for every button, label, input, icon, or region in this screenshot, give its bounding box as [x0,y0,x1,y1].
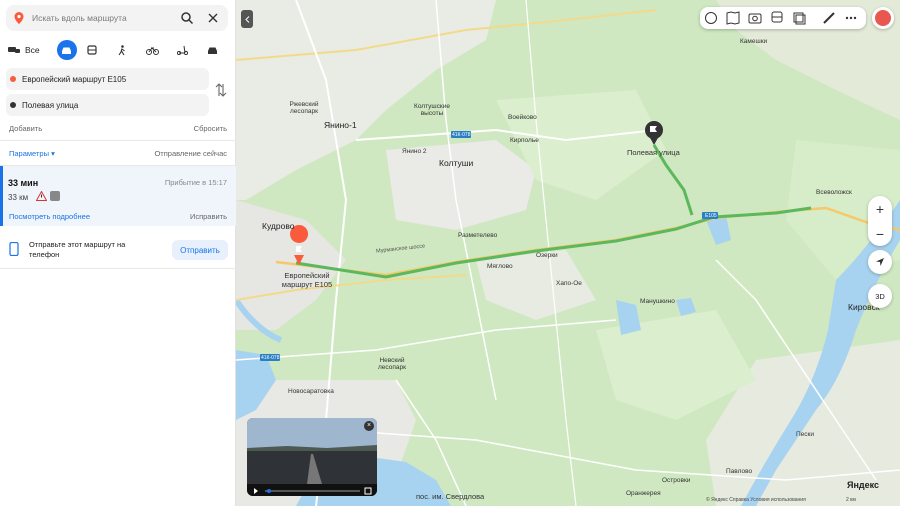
3d-view-button[interactable]: 3D [868,284,892,308]
copyright-links[interactable]: © Яндекс Справка Условия использования [706,497,806,503]
map-label-ozerki: Озерки [536,252,558,259]
route-distance: 33 км [8,193,29,202]
map-label-yanino2: Янино 2 [402,148,427,155]
map-label-vsevolozhsk: Всеволожск [816,189,852,196]
road-badge-a: 41К-078 [452,132,471,138]
more-icon[interactable] [844,11,858,25]
walk-icon [118,44,125,55]
add-point-link[interactable]: Добавить [9,124,42,133]
map-label-ostrovki: Островки [662,477,691,484]
route-from-field[interactable]: Европейский маршрут E105 [6,68,209,90]
map-label-mgle: Мяглово [487,263,513,270]
end-dot-icon [10,102,16,108]
sidebar: Все Европейский маршрут E105 Полевая ули… [0,0,236,506]
fix-route-link[interactable]: Исправить [190,212,227,221]
send-to-phone-text: Отправьте этот маршрут на телефон [29,240,126,259]
all-transport-icon [8,47,20,53]
map-label-orangerea: Оранжерея [626,490,661,497]
reset-link[interactable]: Сбросить [194,124,227,133]
avatar-image [875,10,891,26]
mode-all-label: Все [25,45,40,55]
map-label-kirpolye: Кирполье [510,137,539,144]
bus-icon [87,44,97,55]
map-label-polevaya: Полевая улица [627,148,680,157]
parameters-dropdown[interactable]: Параметры ▾ [9,149,55,158]
map-label-rzhevsky-park: Ржевский лесопарк [289,101,319,115]
map-label-manushkino: Манушкино [640,298,675,305]
map-pin-icon [14,12,24,24]
road-badge-b: 41К-078 [261,355,280,361]
ruler-icon[interactable] [822,11,836,25]
route-details-link[interactable]: Посмотреть подробнее [9,212,90,221]
video-progress[interactable] [247,485,377,496]
mode-bike-button[interactable] [137,40,167,60]
map-label-pesky: Пески [796,431,815,438]
mode-all-button[interactable]: Все [8,40,51,60]
map-label-novosaratovka: Новосаратовка [288,388,334,395]
departure-selector[interactable]: Отправление сейчас [154,149,227,158]
close-icon[interactable] [206,11,220,25]
map-label-yanino1: Янино-1 [324,120,357,130]
mode-car-button[interactable] [57,40,77,60]
zoom-out-button[interactable]: − [868,221,892,246]
mode-scooter-button[interactable] [167,40,197,60]
collapse-sidebar-button[interactable] [241,10,253,28]
map-label-sverdlova: пос. им. Свердлова [416,492,485,501]
route-to-field[interactable]: Полевая улица [6,94,209,116]
map-scale: 2 км [846,497,856,503]
zoom-control: + − [868,196,892,246]
map-icon[interactable] [726,11,740,25]
mode-walk-button[interactable] [107,40,137,60]
map-label-voeikovo: Воейково [508,114,537,121]
app-root: Кудрово Янино-1 Колтуши Янино 2 Полевая … [0,0,900,506]
user-avatar[interactable] [872,7,894,29]
send-button[interactable]: Отправить [172,240,228,260]
map-label-nevsky-park: Невский лесопарк [378,357,406,371]
map-label-e105: Европейский маршрут Е105 [281,271,333,289]
bicycle-icon [145,46,159,55]
map-label-kudrovo: Кудрово [262,221,295,231]
start-dot-icon [10,76,16,82]
taxi-icon [208,47,218,54]
route-from-text: Европейский маршрут E105 [22,74,127,84]
video-frame [247,418,377,484]
map-label-koltush-heights: Колтушские высоты [414,103,450,117]
camera-icon[interactable] [748,11,762,25]
zoom-in-button[interactable]: + [868,196,892,221]
route-search-input[interactable] [32,13,172,23]
road-badge-c: Е105 [705,213,717,219]
map-toolbar [700,7,866,29]
video-controls [247,484,377,496]
yandex-logo: Яндекс [847,480,880,490]
divider [0,140,236,141]
scooter-icon [177,45,189,55]
swap-icon[interactable] [215,82,227,98]
chevron-left-icon [244,15,249,23]
route-to-text: Полевая улица [22,100,79,110]
search-icon[interactable] [180,11,194,25]
map-label-hapo: Хапо-Ое [556,280,582,287]
route-search-bar[interactable] [6,5,228,31]
map-label-razmetelevo: Разметелево [458,232,498,239]
map-label-koltushi: Колтуши [439,158,474,168]
panorama-icon[interactable] [792,11,806,25]
my-location-button[interactable] [868,250,892,274]
map-label-pavlovo: Павлово [726,468,753,475]
map-label-kameshki: Камешки [740,38,768,45]
transit-icon[interactable] [770,11,784,25]
route-arrival: Прибытие в 15:17 [164,178,227,187]
toll-road-icon [50,191,60,201]
mode-taxi-button[interactable] [198,40,228,60]
mode-bus-button[interactable] [77,40,107,60]
car-icon [62,47,72,54]
location-arrow-icon [876,258,884,266]
phone-icon [9,242,19,256]
divider [0,268,236,269]
video-close-button[interactable]: × [364,421,374,431]
route-duration: 33 мин [8,178,39,188]
warning-icon [36,191,47,201]
road-video-player[interactable]: × [247,418,377,496]
transport-modes: Все [8,40,228,60]
layers-icon[interactable] [704,11,718,25]
